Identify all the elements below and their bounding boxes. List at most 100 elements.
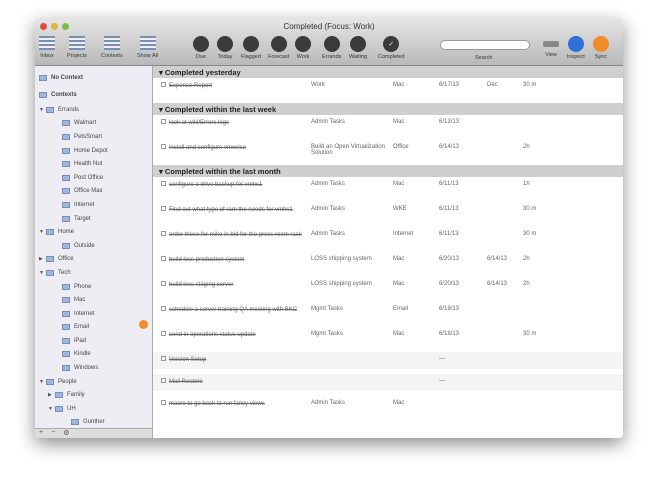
- task-name-cell: build loss staging server: [161, 281, 311, 298]
- toolbar-projects-button[interactable]: Projects: [67, 36, 87, 59]
- checkbox[interactable]: [161, 231, 166, 236]
- toolbar-show-all-button[interactable]: Show All: [137, 36, 158, 59]
- cell-text: send in operations status update: [169, 332, 256, 338]
- sidebar-item-contexts[interactable]: Contexts: [39, 86, 148, 103]
- context-cell: Mac: [393, 331, 439, 348]
- disclosure-triangle-icon: ▼: [39, 269, 44, 276]
- sidebar-item-home[interactable]: ▼ Home: [39, 225, 148, 239]
- task-name-cell: install and configure vmwrise: [161, 144, 311, 161]
- sidebar-item-phone[interactable]: Phone: [39, 280, 148, 294]
- search-label: Search: [475, 55, 493, 61]
- sidebar-item-petssmart[interactable]: PetsSmart: [39, 130, 148, 144]
- perspective-due-button[interactable]: Due: [193, 36, 209, 60]
- perspective-today-button[interactable]: Today: [217, 36, 233, 60]
- toolbar-sync-button[interactable]: Sync: [593, 36, 609, 60]
- no-context-icon: [39, 74, 47, 81]
- checkbox[interactable]: [161, 281, 166, 286]
- perspective-waiting-button[interactable]: Waiting: [349, 36, 367, 60]
- perspective-forecast-button[interactable]: Forecast: [268, 36, 289, 60]
- table-row[interactable]: schedule a server training QA meeting wi…: [153, 302, 623, 327]
- checkbox[interactable]: [161, 119, 166, 124]
- cell-text: Admin Tasks: [311, 119, 345, 125]
- sidebar-item-ipad[interactable]: iPad: [39, 334, 148, 348]
- context-cell: Mac: [393, 400, 439, 417]
- sidebar-item-outside[interactable]: Outside: [39, 239, 148, 253]
- sidebar-item-errands[interactable]: ▼ Errands: [39, 103, 148, 117]
- table-row[interactable]: look at wiki/Errors logs Admin Tasks Mac 6/…: [153, 115, 623, 140]
- sidebar-item-windows[interactable]: Windows: [39, 361, 148, 375]
- checkbox[interactable]: [161, 144, 166, 149]
- sidebar-item-label: Walmart: [74, 120, 97, 127]
- table-row[interactable]: Expense Report Work Mac 6/17/13 Dec 30 m: [153, 78, 623, 103]
- sidebar-item-email[interactable]: Email: [39, 321, 148, 335]
- perspective-flagged-button[interactable]: Flagged: [241, 36, 261, 60]
- sidebar-item-uh[interactable]: ▼ UH: [39, 402, 148, 416]
- duration-cell: 1h: [523, 181, 543, 198]
- toolbar-contexts-button[interactable]: Contexts: [101, 36, 123, 59]
- task-name-cell: Version Setup: [161, 356, 311, 365]
- sidebar-item-walmart[interactable]: Walmart: [39, 117, 148, 131]
- checkbox[interactable]: [161, 256, 166, 261]
- context-cell: Internet: [393, 231, 439, 248]
- settings-button[interactable]: ⚙: [63, 429, 69, 438]
- sidebar-item-family[interactable]: ▶ Family: [39, 388, 148, 402]
- checkbox[interactable]: [161, 378, 166, 383]
- duration-cell: 30 m: [523, 231, 543, 248]
- toolbar-view-button[interactable]: View: [543, 36, 559, 58]
- table-row[interactable]: install and configure vmwrise Build an Op…: [153, 140, 623, 165]
- sidebar-item-kindle[interactable]: Kindle: [39, 348, 148, 362]
- toolbar-inspect-button[interactable]: Inspect: [567, 36, 585, 60]
- table-row[interactable]: order these for mike in bid for the pres…: [153, 227, 623, 252]
- context-cell: Mac: [393, 256, 439, 273]
- table-row[interactable]: configure a drive backup for vmhs1 Admin …: [153, 177, 623, 202]
- sidebar-item-tech[interactable]: ▼ Tech: [39, 266, 148, 280]
- completed-date-cell: 6/18/13: [439, 331, 487, 348]
- perspective-completed-button[interactable]: ✓ Completed: [378, 36, 405, 60]
- checkbox[interactable]: [161, 331, 166, 336]
- checkbox[interactable]: [161, 356, 166, 361]
- flag-cell: [543, 378, 563, 387]
- table-row[interactable]: Version Setup —: [153, 352, 623, 369]
- sidebar-item-internet[interactable]: Internet: [39, 198, 148, 212]
- table-row[interactable]: send in operations status update Mgmt Tas…: [153, 327, 623, 352]
- sidebar-item-health-nut[interactable]: Health Nut: [39, 157, 148, 171]
- group-header[interactable]: ▾ Completed within the last week: [153, 103, 623, 115]
- sidebar-item-home-depot[interactable]: Home Depot: [39, 144, 148, 158]
- sidebar-item-label: Office Max: [74, 188, 103, 195]
- completed-icon: ✓: [383, 36, 400, 52]
- checkbox[interactable]: [161, 306, 166, 311]
- projects-icon: [68, 36, 85, 50]
- perspective-work-button[interactable]: Work: [295, 36, 311, 60]
- table-row[interactable]: Mail Restore —: [153, 374, 623, 391]
- sidebar-item-target[interactable]: Target: [39, 212, 148, 226]
- remove-context-button[interactable]: −: [51, 429, 55, 438]
- sidebar-item-office[interactable]: ▶ Office: [39, 253, 148, 267]
- checkbox[interactable]: [161, 181, 166, 186]
- perspective-errands-button[interactable]: Errands: [322, 36, 341, 60]
- due-date-cell: Dec: [487, 82, 523, 99]
- context-folder-icon: [46, 106, 54, 113]
- project-cell: LOSS shipping system: [311, 281, 393, 298]
- toolbar-inbox-button[interactable]: Inbox: [39, 36, 55, 59]
- table-row[interactable]: build loss production system LOSS shippin…: [153, 252, 623, 277]
- cell-text: configure a drive backup for vmhs1: [169, 182, 263, 188]
- sidebar-item-internet[interactable]: Internet: [39, 307, 148, 321]
- sidebar-item-post-office[interactable]: Post Office: [39, 171, 148, 185]
- checkbox[interactable]: [161, 82, 166, 87]
- table-row[interactable]: build loss staging server LOSS shipping s…: [153, 277, 623, 302]
- cell-text: Admin Tasks: [311, 206, 345, 212]
- group-header[interactable]: ▾ Completed yesterday: [153, 66, 623, 78]
- cell-text: Expense Report: [169, 83, 213, 89]
- checkbox[interactable]: [161, 206, 166, 211]
- sidebar-item-people[interactable]: ▼ People: [39, 375, 148, 389]
- cell-text: 30 m: [523, 331, 537, 337]
- table-row[interactable]: macro to go back to run fancy views Admin…: [153, 396, 623, 421]
- checkbox[interactable]: [161, 400, 166, 405]
- table-row[interactable]: Find out what type of ram the needs for …: [153, 202, 623, 227]
- sidebar-item-no-context[interactable]: No Context: [39, 69, 148, 86]
- add-context-button[interactable]: +: [39, 429, 43, 438]
- sidebar-item-office-max[interactable]: Office Max: [39, 185, 148, 199]
- search-input[interactable]: [440, 40, 530, 50]
- sidebar-item-mac[interactable]: Mac: [39, 293, 148, 307]
- group-header[interactable]: ▾ Completed within the last month: [153, 165, 623, 177]
